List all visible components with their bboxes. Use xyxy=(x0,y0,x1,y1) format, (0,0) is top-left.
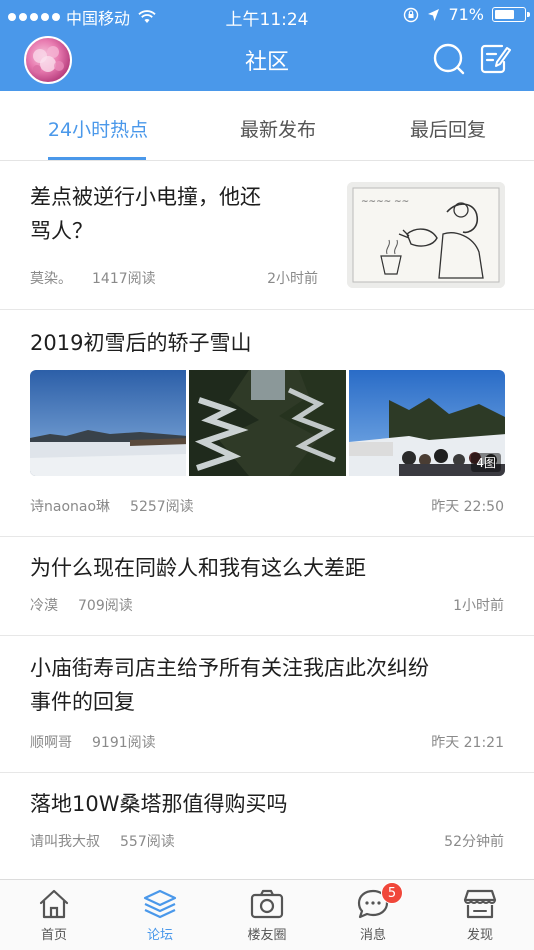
post-thumbnail[interactable]: ~~~~ ~~ xyxy=(347,182,505,288)
post-title-line: 骂人？ xyxy=(30,219,93,243)
post-reads: 557阅读 xyxy=(120,834,175,850)
tab-latest[interactable]: 最新发布 xyxy=(222,115,334,142)
post-item[interactable]: 2019初雪后的轿子雪山 4图 诗naonao琳 5257阅读 昨天 22:50 xyxy=(0,310,534,537)
post-title-line: 小庙街寿司店主给予所有关注我店此次纠纷 xyxy=(30,656,429,680)
nav-forum[interactable]: 论坛 xyxy=(120,886,200,943)
discover-shop-icon xyxy=(463,889,497,919)
nav-label: 楼友圈 xyxy=(247,928,287,943)
post-title: 差点被逆行小电撞，他还 骂人？ xyxy=(30,180,330,248)
post-title-line: 差点被逆行小电撞，他还 xyxy=(30,185,261,209)
post-author[interactable]: 请叫我大叔 xyxy=(30,831,100,851)
post-title-line: 事件的回复 xyxy=(30,690,135,714)
post-time: 昨天 21:21 xyxy=(431,735,504,751)
post-image-grid: 4图 xyxy=(30,370,505,476)
post-meta: 诗naonao琳 5257阅读 xyxy=(30,496,194,516)
feed-tabs: 24小时热点 最新发布 最后回复 xyxy=(0,91,534,161)
cartoon-sketch-image: ~~~~ ~~ xyxy=(347,182,505,288)
post-title: 为什么现在同龄人和我有这么大差距 xyxy=(30,556,366,580)
tab-24h-hot[interactable]: 24小时热点 xyxy=(42,115,154,142)
unread-badge: 5 xyxy=(381,882,403,904)
post-meta: 莫染。 1417阅读 xyxy=(30,268,156,288)
post-image[interactable] xyxy=(30,370,187,476)
post-image[interactable] xyxy=(189,370,346,476)
nav-moments[interactable]: 楼友圈 xyxy=(227,886,307,943)
post-time: 昨天 22:50 xyxy=(431,499,504,515)
snowy-trees-image xyxy=(189,370,346,476)
nav-label: 发现 xyxy=(466,928,493,943)
post-meta: 请叫我大叔 557阅读 xyxy=(30,831,175,851)
nav-home[interactable]: 首页 xyxy=(14,886,94,943)
bottom-tab-bar: 首页 论坛 楼友圈 消息 5 发现 xyxy=(0,879,534,950)
post-title: 小庙街寿司店主给予所有关注我店此次纠纷 事件的回复 xyxy=(30,651,510,719)
post-reads: 709阅读 xyxy=(78,598,133,614)
post-title: 2019初雪后的轿子雪山 xyxy=(30,331,252,355)
post-author[interactable]: 诗naonao琳 xyxy=(30,496,110,516)
post-item[interactable]: 差点被逆行小电撞，他还 骂人？ 莫染。 1417阅读 2小时前 ~~~~ ~~ xyxy=(0,162,534,310)
post-time: 2小时前 xyxy=(267,271,318,287)
search-icon[interactable] xyxy=(432,42,466,76)
battery-icon xyxy=(492,7,530,22)
post-reads: 9191阅读 xyxy=(92,735,156,751)
forum-layers-icon xyxy=(143,889,177,919)
post-item[interactable]: 落地10W桑塔那值得购买吗 请叫我大叔 557阅读 52分钟前 xyxy=(0,773,534,879)
compose-icon[interactable] xyxy=(478,42,512,76)
battery-percent: 71% xyxy=(448,5,484,24)
post-author[interactable]: 冷漠 xyxy=(30,595,58,615)
nav-messages[interactable]: 消息 5 xyxy=(333,882,413,943)
status-right: 71% xyxy=(403,5,530,24)
status-bar: 中国移动 上午11:24 71% xyxy=(0,0,534,30)
nav-label: 消息 xyxy=(359,928,386,943)
post-meta: 冷漠 709阅读 xyxy=(30,595,133,615)
post-author[interactable]: 顺啊哥 xyxy=(30,732,72,752)
nav-label: 首页 xyxy=(40,928,67,943)
post-time: 52分钟前 xyxy=(444,834,504,850)
app-header: 中国移动 上午11:24 71% 社区 xyxy=(0,0,534,91)
post-author[interactable]: 莫染。 xyxy=(30,268,72,288)
svg-text:~~~~ ~~: ~~~~ ~~ xyxy=(361,197,409,207)
post-time: 1小时前 xyxy=(453,598,504,614)
tab-last-reply[interactable]: 最后回复 xyxy=(392,115,504,142)
home-icon xyxy=(39,889,69,919)
nav-label: 论坛 xyxy=(146,928,173,943)
post-image[interactable]: 4图 xyxy=(348,370,505,476)
active-tab-indicator xyxy=(48,157,146,160)
image-count-badge: 4图 xyxy=(471,453,501,472)
post-title: 落地10W桑塔那值得购买吗 xyxy=(30,792,288,816)
snow-field-image xyxy=(30,370,187,476)
camera-icon xyxy=(250,889,284,919)
post-reads: 5257阅读 xyxy=(130,499,194,515)
nav-discover[interactable]: 发现 xyxy=(440,886,520,943)
post-item[interactable]: 为什么现在同龄人和我有这么大差距 冷漠 709阅读 1小时前 xyxy=(0,537,534,636)
post-meta: 顺啊哥 9191阅读 xyxy=(30,732,156,752)
location-arrow-icon xyxy=(428,8,440,21)
post-item[interactable]: 小庙街寿司店主给予所有关注我店此次纠纷 事件的回复 顺啊哥 9191阅读 昨天 … xyxy=(0,636,534,773)
rotation-lock-icon xyxy=(404,7,419,22)
post-reads: 1417阅读 xyxy=(92,271,156,287)
